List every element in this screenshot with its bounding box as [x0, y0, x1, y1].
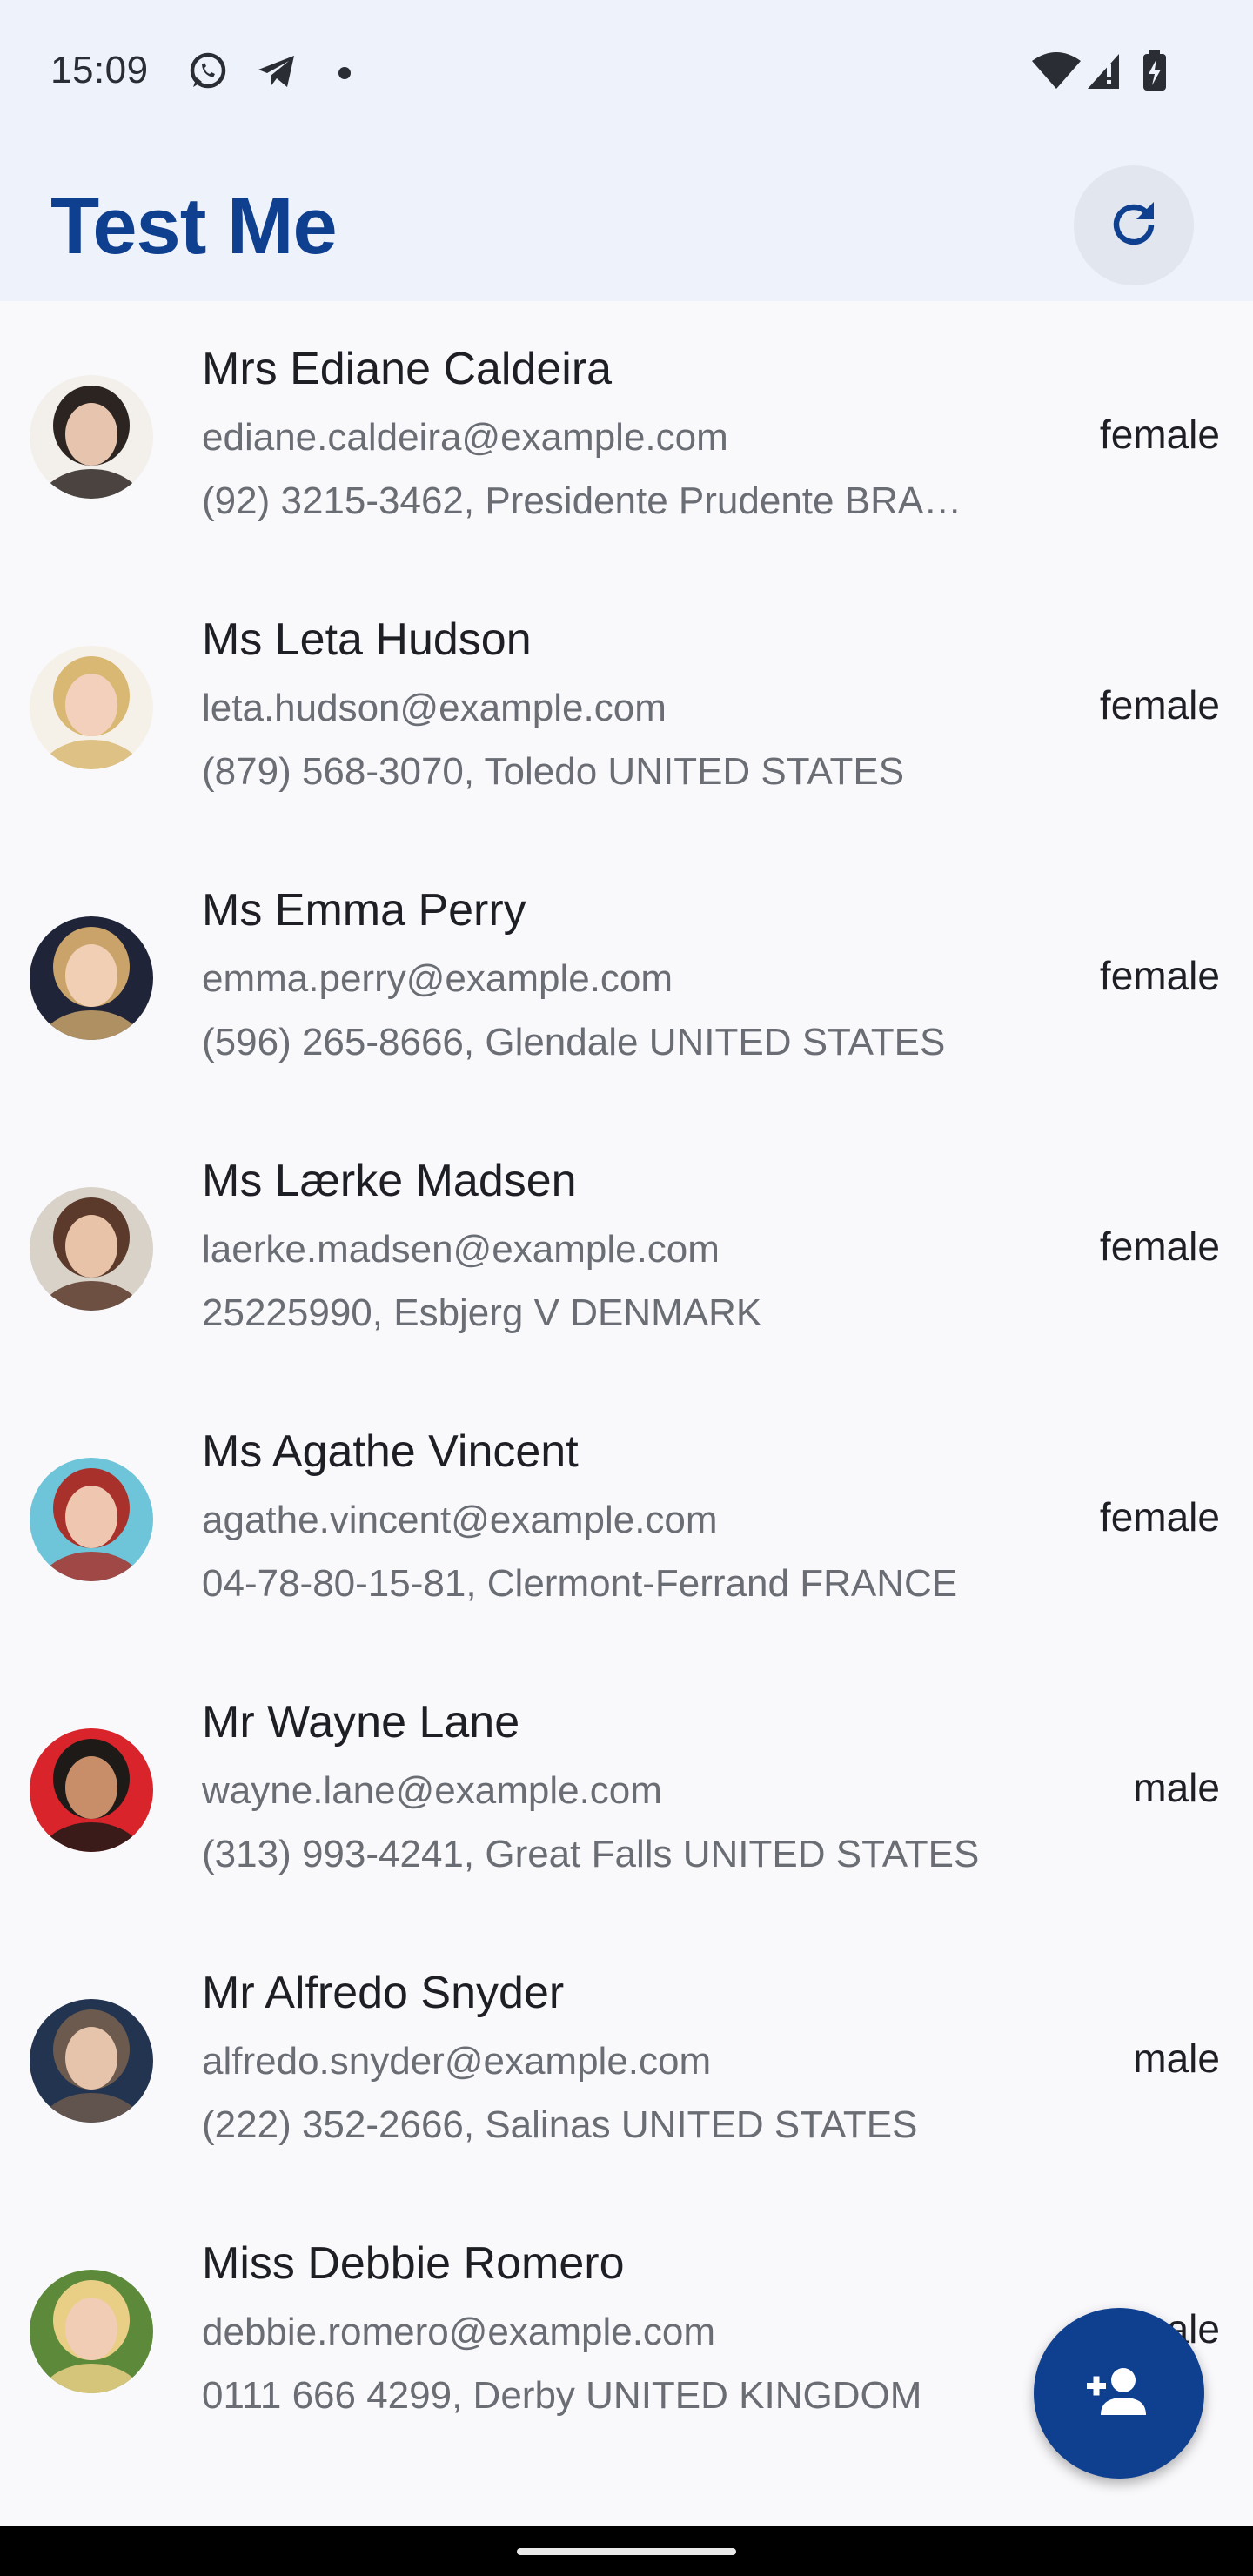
user-gender: male: [1133, 1765, 1220, 1810]
avatar: [30, 916, 153, 1040]
user-name: Mr Alfredo Snyder: [202, 1968, 565, 2018]
list-item[interactable]: Mrs Ediane Caldeira ediane.caldeira@examp…: [0, 301, 1253, 572]
home-gesture-handle[interactable]: [517, 2548, 736, 2555]
user-address: 04-78-80-15-81, Clermont-Ferrand FRANCE: [202, 1562, 958, 1605]
avatar: [30, 1187, 153, 1311]
battery-charging-icon: [1140, 49, 1169, 94]
refresh-button[interactable]: [1074, 165, 1194, 285]
avatar: [30, 1999, 153, 2123]
whatsapp-icon: [184, 49, 230, 94]
user-gender: female: [1099, 953, 1220, 998]
user-gender: female: [1099, 682, 1220, 728]
avatar: [30, 375, 153, 499]
status-time: 15:09: [50, 49, 149, 91]
telegram-icon: [254, 49, 299, 94]
user-address: (92) 3215-3462, Presidente Prudente BRA…: [202, 480, 962, 522]
avatar: [30, 646, 153, 769]
user-gender: female: [1099, 1224, 1220, 1269]
app-bar: Test Me: [0, 146, 1253, 301]
avatar: [30, 2270, 153, 2393]
user-email: alfredo.snyder@example.com: [202, 2040, 712, 2083]
page-title: Test Me: [50, 182, 338, 271]
user-address: 25225990, Esbjerg V DENMARK: [202, 1291, 762, 1334]
user-email: agathe.vincent@example.com: [202, 1499, 718, 1541]
user-email: wayne.lane@example.com: [202, 1769, 662, 1812]
navigation-bar: [0, 2526, 1253, 2576]
user-address: (879) 568-3070, Toledo UNITED STATES: [202, 750, 905, 793]
user-email: emma.perry@example.com: [202, 957, 673, 1000]
list-item[interactable]: Ms Emma Perry emma.perry@example.com (596)…: [0, 842, 1253, 1113]
avatar: [30, 1458, 153, 1581]
screen: 15:09 Test Me Mrs Ediane Caldeira ediane…: [0, 0, 1253, 2576]
user-address: (313) 993-4241, Great Falls UNITED STATE…: [202, 1833, 980, 1875]
user-address: (222) 352-2666, Salinas UNITED STATES: [202, 2103, 918, 2146]
wifi-icon: [1030, 49, 1082, 94]
status-bar: 15:09: [0, 0, 1253, 146]
refresh-icon: [1103, 193, 1164, 258]
list-item[interactable]: Mr Wayne Lane wayne.lane@example.com (313)…: [0, 1654, 1253, 1925]
signal-icon: [1084, 49, 1124, 94]
add-user-button[interactable]: [1034, 2308, 1204, 2479]
user-address: 0111 666 4299, Derby UNITED KINGDOM: [202, 2374, 922, 2417]
add-person-icon: [1082, 2354, 1156, 2433]
user-address: (596) 265-8666, Glendale UNITED STATES: [202, 1021, 946, 1063]
user-gender: female: [1099, 1494, 1220, 1540]
user-gender: male: [1133, 2036, 1220, 2081]
user-name: Miss Debbie Romero: [202, 2238, 625, 2289]
user-name: Ms Agathe Vincent: [202, 1426, 579, 1477]
list-item[interactable]: Ms Leta Hudson leta.hudson@example.com (87…: [0, 572, 1253, 842]
user-gender: female: [1099, 412, 1220, 457]
list-item[interactable]: Ms Lærke Madsen laerke.madsen@example.com…: [0, 1113, 1253, 1384]
user-name: Ms Emma Perry: [202, 885, 526, 936]
user-name: Ms Lærke Madsen: [202, 1156, 577, 1206]
user-name: Mrs Ediane Caldeira: [202, 344, 613, 394]
user-email: debbie.romero@example.com: [202, 2311, 716, 2353]
user-email: laerke.madsen@example.com: [202, 1228, 720, 1271]
avatar: [30, 1728, 153, 1852]
user-list: Mrs Ediane Caldeira ediane.caldeira@examp…: [0, 301, 1253, 2466]
dot-icon: [322, 49, 367, 94]
list-item[interactable]: Ms Agathe Vincent agathe.vincent@example.…: [0, 1384, 1253, 1654]
user-email: ediane.caldeira@example.com: [202, 416, 728, 459]
list-item[interactable]: Mr Alfredo Snyder alfredo.snyder@example.…: [0, 1925, 1253, 2196]
user-name: Mr Wayne Lane: [202, 1697, 520, 1748]
user-name: Ms Leta Hudson: [202, 614, 532, 665]
user-email: leta.hudson@example.com: [202, 687, 667, 729]
